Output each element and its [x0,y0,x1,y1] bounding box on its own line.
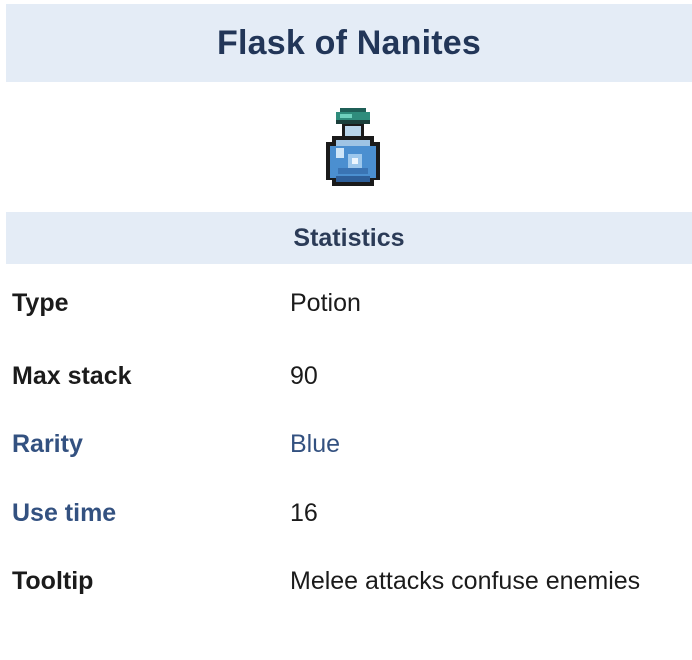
stat-row-rarity: Rarity Blue [12,429,692,489]
stat-value: 90 [290,362,318,390]
stat-label: Type [12,289,69,317]
rarity-link[interactable]: Rarity [12,429,83,459]
flask-icon [318,106,390,190]
item-title: Flask of Nanites [217,23,481,62]
statistics-header: Statistics [6,212,692,264]
statistics-title: Statistics [293,223,405,252]
rarity-value-link[interactable]: Blue [290,415,680,473]
title-bar: Flask of Nanites [6,4,692,82]
stat-row-tooltip: Tooltip Melee attacks confuse enemies [12,566,692,660]
stat-row-type: Type Potion [12,288,692,348]
stat-value: Melee attacks confuse enemies [290,567,641,595]
stat-value: 16 [290,499,318,527]
item-infobox: Flask of Nanites Statistics Type Potion … [0,0,692,660]
stat-label: Max stack [12,362,132,390]
stat-label: Tooltip [12,567,94,595]
use-time-link[interactable]: Use time [12,498,116,528]
stat-row-use-time: Use time 16 [12,498,692,558]
stat-row-max-stack: Max stack 90 [12,361,692,421]
stat-value: Potion [290,289,361,317]
